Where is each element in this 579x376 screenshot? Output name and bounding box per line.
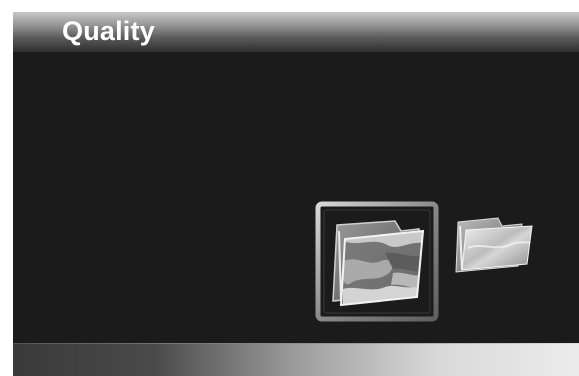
page-title: Quality (62, 16, 155, 46)
folder-icon (455, 217, 533, 273)
header-bar: Quality (13, 12, 579, 52)
selected-thumbnail[interactable] (315, 201, 441, 323)
next-thumbnail[interactable] (452, 214, 536, 278)
footer-bar (13, 343, 579, 376)
photo-folder-icon (315, 201, 439, 322)
screen: Quality (13, 12, 579, 376)
